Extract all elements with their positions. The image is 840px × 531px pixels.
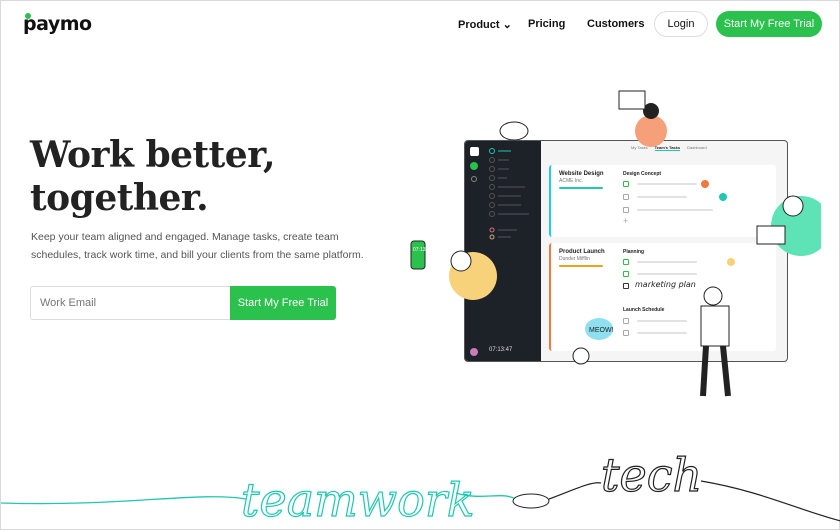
hero-subtitle: Keep your team aligned and engaged. Mana… [31,231,364,261]
title-line-2: together. [30,177,209,219]
email-input[interactable] [30,286,231,320]
handshake-icon [512,493,550,509]
phone-timer: 07:13 [413,247,426,253]
characters-illustration: 07:13 MEOW! [410,90,821,397]
hero-title: Work better, together. [30,134,276,220]
teamwork-tech-art: teamwork tech [1,447,840,528]
nav-trial-button[interactable]: Start My Free Trial [716,11,822,37]
teamwork-text: teamwork [241,473,475,527]
meow-bubble: MEOW! [589,327,614,334]
paymo-logo[interactable]: paymo [23,13,92,35]
nav-customers[interactable]: Customers [587,18,644,30]
title-line-1: Work better, [30,134,276,176]
nav-pricing[interactable]: Pricing [528,18,565,30]
logo-text: paymo [23,13,92,35]
hero-trial-button[interactable]: Start My Free Trial [230,286,336,320]
tech-text: tech [601,448,702,502]
login-button[interactable]: Login [654,11,708,37]
nav-product[interactable]: Product ⌄ [458,18,512,31]
